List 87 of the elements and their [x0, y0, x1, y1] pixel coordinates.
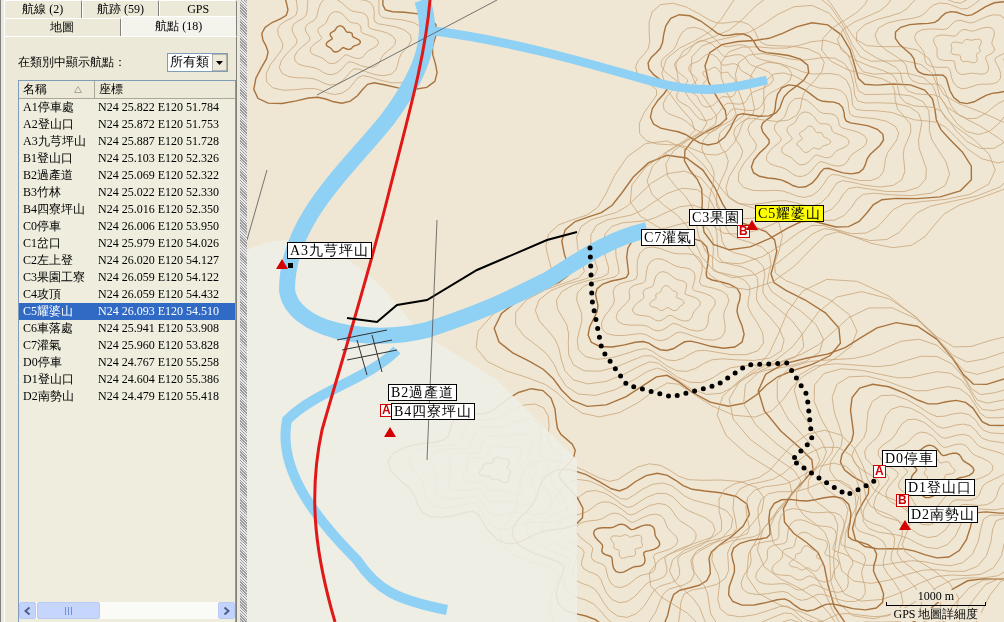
category-dropdown[interactable]: 所有類	[167, 52, 228, 72]
waypoint-row[interactable]: D2南勢山 N24 24.479 E120 55.418	[19, 388, 235, 405]
grip-lines-icon	[65, 606, 72, 615]
waypoint-row[interactable]: C6車落處 N24 25.941 E120 53.908	[19, 320, 235, 337]
column-header[interactable]: 座標	[95, 81, 235, 98]
waypoint-coordinates: N24 25.069 E120 52.322	[97, 168, 219, 183]
scroll-left-button[interactable]	[19, 602, 36, 619]
waypoint-name: C6車落處	[22, 320, 74, 337]
waypoint-label[interactable]: B2過產道	[388, 384, 458, 401]
waypoint-name: A2登山口	[22, 116, 75, 133]
waypoint-row[interactable]: C3果園工寮 N24 26.059 E120 54.122	[19, 269, 235, 286]
waypoint-row[interactable]: C2左上登 N24 26.020 E120 54.127	[19, 252, 235, 269]
waypoint-label[interactable]: B4四寮坪山	[391, 403, 476, 420]
waypoint-name: C3果園工寮	[22, 269, 86, 286]
waypoint-name: C7灌氣	[22, 337, 62, 354]
waypoint-coordinates: N24 26.059 E120 54.432	[97, 287, 219, 302]
waypoint-coordinates: N24 25.022 E120 52.330	[97, 185, 219, 200]
splitter-handle[interactable]	[240, 0, 247, 622]
chevron-left-icon	[24, 606, 31, 615]
waypoint-row[interactable]: B2過產道 N24 25.069 E120 52.322	[19, 167, 235, 184]
waypoint-row[interactable]: D1登山口 N24 24.604 E120 55.386	[19, 371, 235, 388]
column-header[interactable]: 名稱	[19, 81, 95, 98]
dropdown-arrow-icon	[212, 53, 227, 71]
waypoint-row[interactable]: B1登山口 N24 25.103 E120 52.326	[19, 150, 235, 167]
waypoint-name: B2過產道	[22, 167, 74, 184]
waypoint-coordinates: N24 25.872 E120 51.753	[97, 117, 219, 132]
waypoint-name: C5耀婆山	[22, 303, 74, 320]
waypoint-name: A3九芎坪山	[22, 133, 87, 150]
chevron-right-icon	[223, 606, 230, 615]
waypoint-name: C2左上登	[22, 252, 74, 269]
waypoint-coordinates: N24 25.979 E120 54.026	[97, 236, 219, 251]
waypoint-coordinates: N24 25.016 E120 52.350	[97, 202, 219, 217]
waypoint-name: D0停車	[22, 354, 63, 371]
waypoint-row[interactable]: A1停車處 N24 25.822 E120 51.784	[19, 99, 235, 116]
tab[interactable]: 航線 (2)	[4, 0, 82, 18]
waypoint-label[interactable]: C5耀婆山	[755, 205, 825, 222]
waypoint-name: A1停車處	[22, 99, 75, 116]
waypoint-label[interactable]: A3九芎坪山	[287, 242, 373, 259]
waypoint-label[interactable]: D0停車	[882, 450, 938, 467]
waypoint-row[interactable]: C1岔口 N24 25.979 E120 54.026	[19, 235, 235, 252]
waypoint-name: C4攻頂	[22, 286, 62, 303]
waypoint-coordinates: N24 25.941 E120 53.908	[97, 321, 219, 336]
waypoint-coordinates: N24 25.960 E120 53.828	[97, 338, 219, 353]
map-detail-label: GPS 地圖詳細度	[891, 608, 981, 621]
waypoint-row[interactable]: D0停車 N24 24.767 E120 55.258	[19, 354, 235, 371]
waypoint-row[interactable]: C7灌氣 N24 25.960 E120 53.828	[19, 337, 235, 354]
filter-label: 在類別中顯示航點：	[18, 53, 126, 71]
waypoint-coordinates: N24 24.767 E120 55.258	[97, 355, 219, 370]
waypoint-name: D2南勢山	[22, 388, 75, 405]
route-point-letter: B	[896, 494, 909, 507]
sort-arrow-icon	[74, 86, 82, 93]
waypoint-coordinates: N24 24.479 E120 55.418	[97, 389, 219, 404]
waypoint-coordinates: N24 24.604 E120 55.386	[97, 372, 219, 387]
topographic-map-drawing[interactable]	[247, 0, 1004, 622]
waypoint-row[interactable]: A2登山口 N24 25.872 E120 51.753	[19, 116, 235, 133]
waypoint-coordinates: N24 26.020 E120 54.127	[97, 253, 219, 268]
waypoint-row[interactable]: B4四寮坪山 N24 25.016 E120 52.350	[19, 201, 235, 218]
waypoint-name: C0停車	[22, 218, 62, 235]
waypoint-row[interactable]: C4攻頂 N24 26.059 E120 54.432	[19, 286, 235, 303]
waypoint-label[interactable]: D2南勢山	[908, 506, 979, 523]
tab[interactable]: 地圖	[4, 18, 121, 36]
route-point-letter: A	[380, 404, 393, 417]
waypoint-row[interactable]: B3竹林 N24 25.022 E120 52.330	[19, 184, 235, 201]
scroll-right-button[interactable]	[218, 602, 235, 619]
waypoint-row[interactable]: A3九芎坪山 N24 25.887 E120 51.728	[19, 133, 235, 150]
waypoint-name: B3竹林	[22, 184, 62, 201]
waypoint-coordinates: N24 26.006 E120 53.950	[97, 219, 219, 234]
waypoint-row[interactable]: C0停車 N24 26.006 E120 53.950	[19, 218, 235, 235]
waypoint-name: C1岔口	[22, 235, 62, 252]
horizontal-scrollbar[interactable]	[19, 602, 235, 619]
tab[interactable]: 航點 (18)	[120, 16, 237, 36]
waypoint-label[interactable]: C3果園	[689, 209, 744, 226]
scrollbar-thumb[interactable]	[37, 602, 100, 619]
waypoint-coordinates: N24 25.887 E120 51.728	[97, 134, 219, 149]
waypoint-label[interactable]: C7灌氣	[641, 229, 696, 246]
waypoint-name: B4四寮坪山	[22, 201, 86, 218]
waypoint-coordinates: N24 25.822 E120 51.784	[97, 100, 219, 115]
waypoint-label[interactable]: D1登山口	[905, 479, 976, 496]
waypoint-name: D1登山口	[22, 371, 75, 388]
scale-distance: 1000 m	[915, 590, 957, 602]
waypoint-coordinates: N24 26.059 E120 54.122	[97, 270, 219, 285]
route-point-letter: A	[873, 465, 886, 478]
waypoint-name: B1登山口	[22, 150, 74, 167]
tab[interactable]: 航跡 (59)	[81, 0, 160, 18]
waypoint-coordinates: N24 25.103 E120 52.326	[97, 151, 219, 166]
waypoint-row[interactable]: C5耀婆山 N24 26.093 E120 54.510	[19, 303, 235, 320]
waypoint-coordinates: N24 26.093 E120 54.510	[97, 304, 219, 319]
